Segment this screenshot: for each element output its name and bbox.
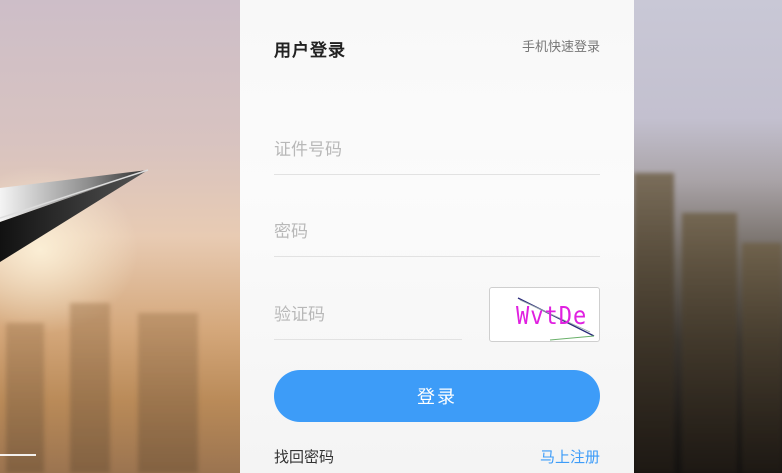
background-building (634, 173, 674, 473)
password-input[interactable] (274, 210, 600, 254)
login-form: 用户登录 手机快速登录 WvtDe 登录 找回密码 马上 (274, 0, 600, 473)
password-field (274, 210, 600, 257)
login-page: 用户登录 手机快速登录 WvtDe 登录 找回密码 马上 (0, 0, 782, 473)
id-number-input[interactable] (274, 128, 600, 172)
background-building (742, 243, 782, 473)
forgot-password-link[interactable]: 找回密码 (274, 446, 334, 467)
captcha-image[interactable]: WvtDe (489, 287, 600, 342)
carousel-indicator[interactable] (0, 454, 36, 456)
id-number-field (274, 128, 600, 175)
captcha-input[interactable] (274, 293, 462, 337)
login-title: 用户登录 (274, 41, 346, 61)
background-photo-right (634, 0, 782, 473)
captcha-code: WvtDe (516, 302, 588, 331)
phone-quick-login-link[interactable]: 手机快速登录 (522, 36, 600, 55)
captcha-field (274, 293, 462, 340)
login-panel: 用户登录 手机快速登录 WvtDe 登录 找回密码 马上 (240, 0, 634, 473)
background-building (682, 213, 737, 473)
register-link[interactable]: 马上注册 (540, 446, 600, 467)
login-button[interactable]: 登录 (274, 370, 600, 422)
paper-plane-icon (0, 169, 149, 262)
